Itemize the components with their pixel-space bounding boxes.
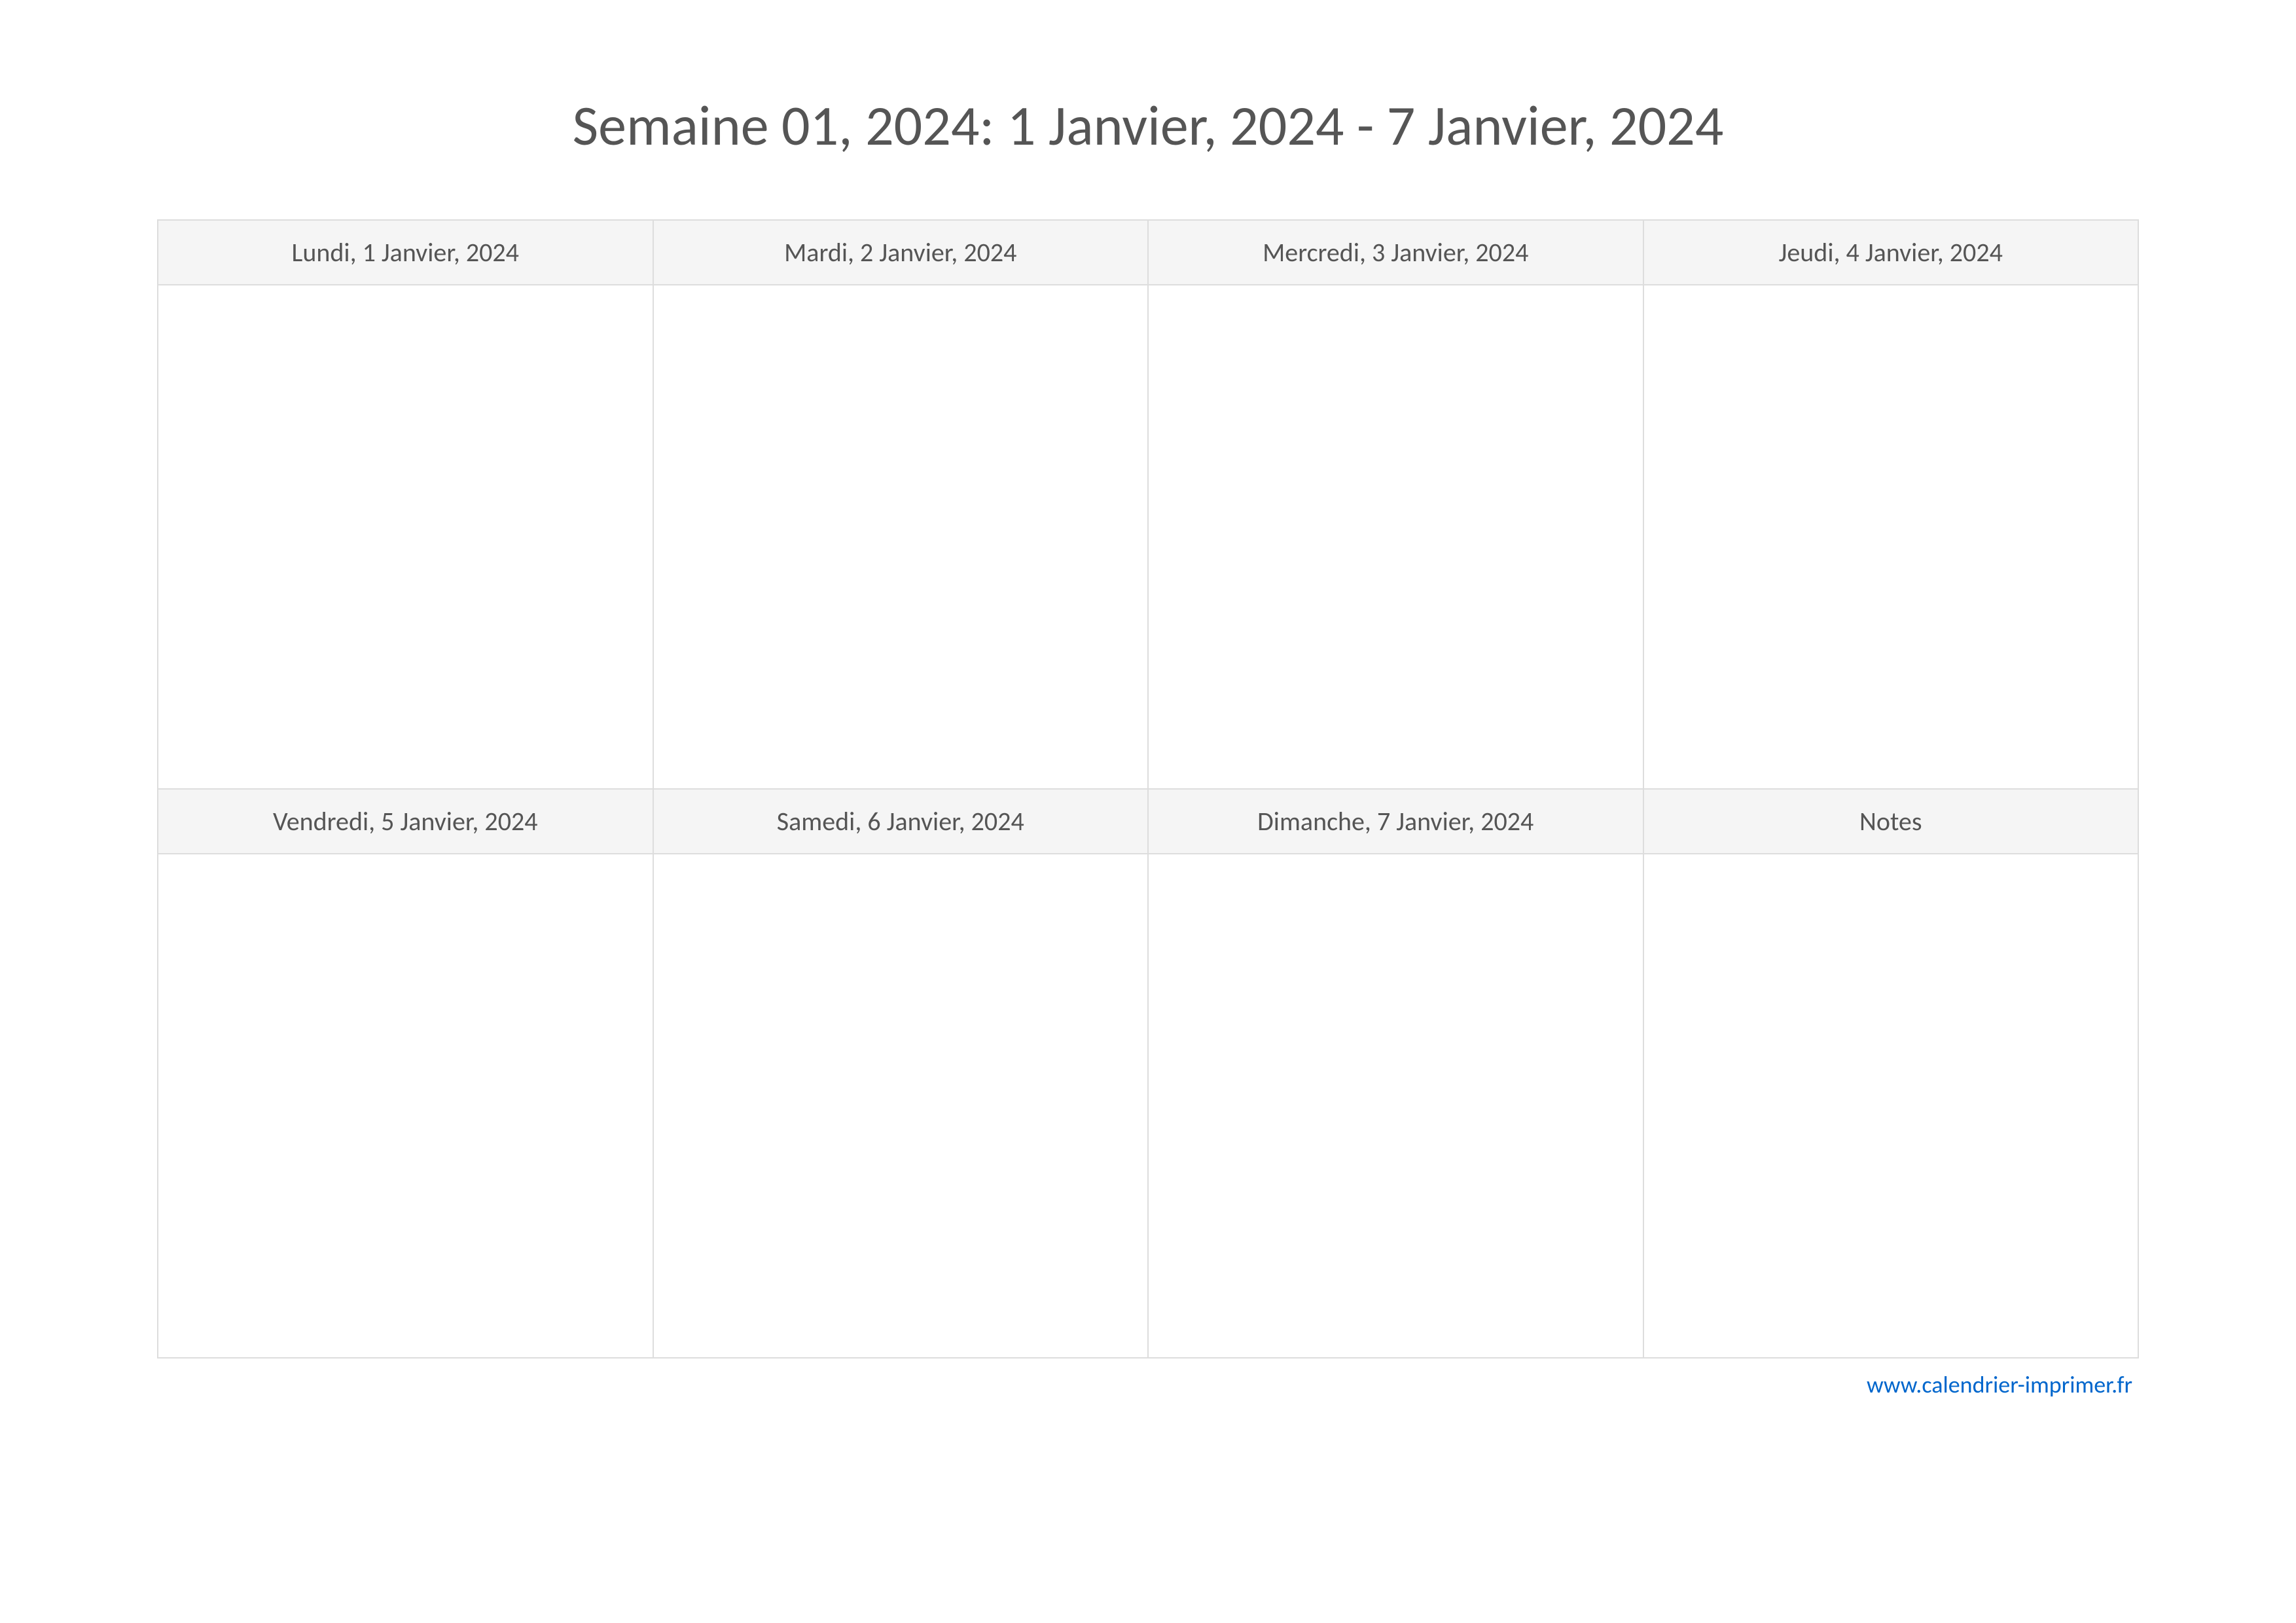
day-cell-thursday [1643,285,2139,789]
day-header-sunday: Dimanche, 7 Janvier, 2024 [1148,789,1643,854]
day-header-tuesday: Mardi, 2 Janvier, 2024 [653,220,1149,285]
day-cell-wednesday [1148,285,1643,789]
day-header-thursday: Jeudi, 4 Janvier, 2024 [1643,220,2139,285]
day-cell-monday [158,285,653,789]
day-header-wednesday: Mercredi, 3 Janvier, 2024 [1148,220,1643,285]
day-header-saturday: Samedi, 6 Janvier, 2024 [653,789,1149,854]
footer-website-link[interactable]: www.calendrier-imprimer.fr [157,1370,2139,1399]
day-cell-tuesday [653,285,1149,789]
day-cell-notes [1643,854,2139,1358]
day-header-notes: Notes [1643,789,2139,854]
day-header-friday: Vendredi, 5 Janvier, 2024 [158,789,653,854]
day-cell-saturday [653,854,1149,1358]
day-cell-friday [158,854,653,1358]
day-header-monday: Lundi, 1 Janvier, 2024 [158,220,653,285]
page-title: Semaine 01, 2024: 1 Janvier, 2024 - 7 Ja… [157,92,2139,160]
day-cell-sunday [1148,854,1643,1358]
weekly-calendar-grid: Lundi, 1 Janvier, 2024 Mardi, 2 Janvier,… [157,219,2139,1359]
